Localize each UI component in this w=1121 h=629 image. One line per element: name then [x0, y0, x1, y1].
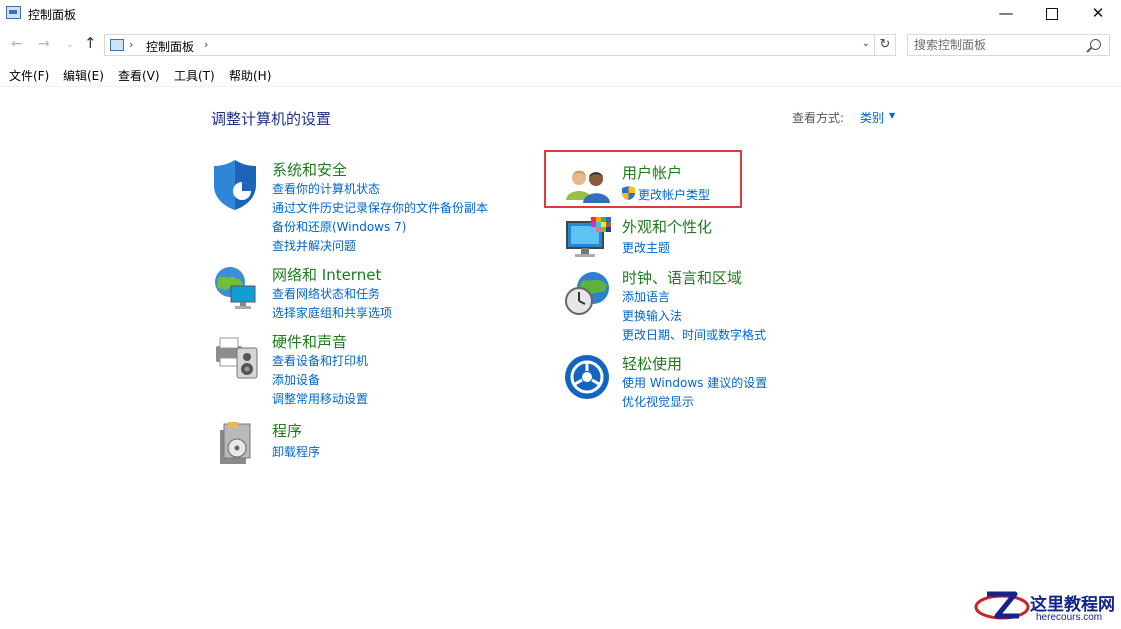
maximize-button[interactable] — [1029, 0, 1075, 28]
breadcrumb-control-panel[interactable]: 控制面板 — [146, 38, 194, 55]
title-bar: 控制面板 — ✕ — [0, 0, 1121, 28]
minimize-button[interactable]: — — [983, 0, 1029, 28]
page-title: 调整计算机的设置 — [211, 110, 332, 128]
users-icon[interactable] — [565, 166, 611, 204]
close-button[interactable]: ✕ — [1075, 0, 1121, 28]
search-icon[interactable] — [1090, 39, 1101, 50]
window-title: 控制面板 — [28, 8, 77, 22]
programs-title[interactable]: 程序 — [272, 420, 302, 441]
breadcrumb-chevron-icon[interactable]: › — [129, 38, 133, 51]
network-globe-icon[interactable] — [213, 265, 261, 311]
programs-link-1[interactable]: 卸载程序 — [272, 443, 320, 460]
appearance-link-1[interactable]: 更改主题 — [622, 239, 670, 256]
address-dropdown-icon[interactable]: ⌄ — [862, 38, 870, 49]
clock-link-1[interactable]: 添加语言 — [622, 288, 670, 305]
navigation-bar: ← → ⌄ ↑ › 控制面板 › ⌄ ↻ — [0, 33, 1121, 59]
printer-speaker-icon[interactable] — [213, 332, 261, 380]
up-arrow-icon[interactable]: ↑ — [84, 34, 97, 52]
network-link-2[interactable]: 选择家庭组和共享选项 — [272, 304, 392, 321]
clock-globe-icon[interactable] — [565, 270, 611, 318]
menu-edit[interactable]: 编辑(E) — [63, 67, 104, 84]
hardware-sound-title[interactable]: 硬件和声音 — [272, 331, 347, 352]
view-by-dropdown[interactable]: 类别 — [860, 109, 884, 126]
menu-view[interactable]: 查看(V) — [118, 67, 160, 84]
control-panel-icon — [6, 6, 21, 19]
system-link-2[interactable]: 通过文件历史记录保存你的文件备份副本 — [272, 199, 488, 216]
programs-box-icon[interactable] — [216, 420, 260, 466]
system-link-3[interactable]: 备份和还原(Windows 7) — [272, 218, 406, 235]
ease-of-access-title[interactable]: 轻松使用 — [622, 353, 682, 374]
appearance-title[interactable]: 外观和个性化 — [622, 216, 712, 237]
control-panel-icon — [110, 39, 124, 51]
watermark-logo — [974, 591, 1030, 620]
uac-shield-icon — [622, 186, 635, 200]
dropdown-caret-icon[interactable]: ▼ — [889, 111, 895, 120]
hardware-link-2[interactable]: 添加设备 — [272, 371, 320, 388]
hardware-link-3[interactable]: 调整常用移动设置 — [272, 390, 368, 407]
recent-locations-icon[interactable]: ⌄ — [66, 40, 74, 50]
system-link-4[interactable]: 查找并解决问题 — [272, 237, 356, 254]
menu-help[interactable]: 帮助(H) — [229, 67, 271, 84]
hardware-link-1[interactable]: 查看设备和打印机 — [272, 352, 368, 369]
clock-language-title[interactable]: 时钟、语言和区域 — [622, 267, 742, 288]
ease-of-access-icon[interactable] — [565, 354, 611, 400]
forward-arrow-icon[interactable]: → — [38, 36, 50, 52]
user-link-1-text[interactable]: 更改帐户类型 — [638, 186, 710, 203]
watermark-site: herecours.com — [1036, 612, 1103, 623]
appearance-monitor-icon[interactable] — [565, 216, 613, 262]
menu-file[interactable]: 文件(F) — [9, 67, 49, 84]
breadcrumb-chevron-icon[interactable]: › — [204, 38, 208, 51]
clock-link-3[interactable]: 更改日期、时间或数字格式 — [622, 326, 766, 343]
search-input[interactable] — [914, 37, 1084, 53]
back-arrow-icon[interactable]: ← — [11, 36, 23, 52]
network-link-1[interactable]: 查看网络状态和任务 — [272, 285, 380, 302]
network-internet-title[interactable]: 网络和 Internet — [272, 264, 381, 285]
shield-icon[interactable] — [213, 159, 261, 211]
system-security-title[interactable]: 系统和安全 — [272, 159, 347, 180]
ease-link-2[interactable]: 优化视觉显示 — [622, 393, 694, 410]
system-link-1[interactable]: 查看你的计算机状态 — [272, 180, 380, 197]
search-box[interactable] — [907, 34, 1110, 56]
maximize-icon — [1046, 8, 1058, 20]
clock-link-2[interactable]: 更换输入法 — [622, 307, 682, 324]
view-by-label: 查看方式: — [792, 111, 845, 125]
menu-bar: 文件(F) 编辑(E) 查看(V) 工具(T) 帮助(H) — [0, 66, 1121, 87]
refresh-button[interactable]: ↻ — [875, 34, 896, 56]
address-bar[interactable]: › 控制面板 › ⌄ — [104, 34, 875, 56]
user-accounts-title[interactable]: 用户帐户 — [622, 162, 682, 183]
menu-tools[interactable]: 工具(T) — [174, 67, 215, 84]
ease-link-1[interactable]: 使用 Windows 建议的设置 — [622, 374, 767, 391]
